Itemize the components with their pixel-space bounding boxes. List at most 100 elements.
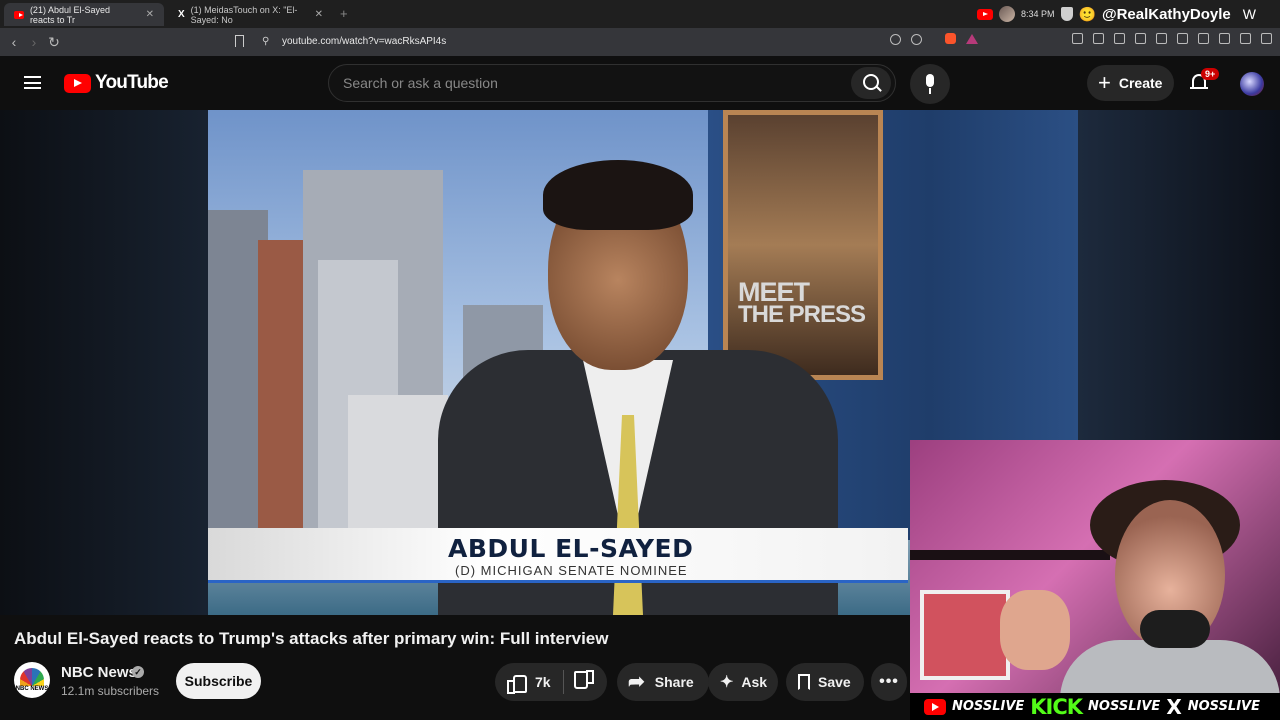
share-button[interactable]: ➦ Share (617, 663, 709, 701)
youtube-icon (976, 8, 993, 20)
wallet-icon[interactable] (1177, 33, 1188, 44)
tab-title: (21) Abdul El-Sayed reacts to Tr (29, 4, 110, 25)
lower-third-subtitle: (D) MICHIGAN SENATE NOMINEE (455, 563, 688, 578)
video-ambient-left (0, 110, 208, 615)
download-icon[interactable] (1198, 33, 1209, 44)
building (348, 395, 448, 530)
logo-line-2: THE PRESS (738, 301, 866, 329)
bookmark-icon (798, 674, 810, 690)
address-bar[interactable]: youtube.com/watch?v=wacRksAPI4s (282, 36, 446, 47)
puzzle-icon[interactable] (1114, 33, 1125, 44)
verified-badge-icon: ✓ (132, 666, 144, 678)
thumbs-up-icon (507, 673, 527, 694)
shelf (910, 550, 1110, 560)
brand-handle: NOSSLIVE (952, 699, 1025, 714)
x-icon: X (1166, 694, 1182, 719)
back-icon[interactable]: ‹ (4, 34, 24, 50)
search-input[interactable] (343, 73, 823, 93)
share-label: Share (654, 674, 694, 690)
nbc-peacock-icon (20, 668, 44, 686)
search-button[interactable] (851, 67, 891, 99)
meet-the-press-logo: MEET THE PRESS (738, 279, 866, 329)
zoom-icon[interactable] (890, 34, 901, 45)
brave-shield-icon[interactable] (945, 33, 956, 44)
plus-icon: + (1098, 70, 1111, 95)
tab-youtube[interactable]: (21) Abdul El-Sayed reacts to Tr ✕ (4, 3, 164, 26)
wall-frame (920, 590, 1010, 680)
sidebar-icon[interactable] (1156, 33, 1167, 44)
voice-search-button[interactable] (910, 64, 950, 104)
like-button[interactable]: 7k (495, 663, 563, 701)
microphone (1140, 610, 1210, 648)
youtube-logo[interactable]: YouTube (64, 72, 169, 94)
bookmark-icon[interactable] (235, 35, 244, 47)
video-ambient-right (1078, 110, 1280, 450)
lower-third-banner: ABDUL EL-SAYED (D) MICHIGAN SENATE NOMIN… (208, 528, 908, 583)
emoji-icon: 🙂 (1078, 5, 1096, 22)
video-title: Abdul El-Sayed reacts to Trump's attacks… (14, 629, 609, 648)
share-icon: ➦ (628, 671, 645, 693)
youtube-icon (14, 10, 24, 19)
hamburger-menu-icon[interactable] (24, 76, 41, 89)
cast-icon[interactable] (911, 34, 922, 45)
logo-text: YouTube (95, 72, 169, 93)
rewards-icon[interactable] (966, 33, 978, 44)
ask-button[interactable]: ✦ Ask (708, 663, 778, 701)
tab-x[interactable]: X (1) MeidasTouch on X: "El-Sayed: No ✕ (168, 3, 333, 26)
save-button[interactable]: Save (786, 663, 864, 701)
more-actions-button[interactable]: ••• (871, 663, 907, 701)
close-icon[interactable]: ✕ (315, 9, 323, 20)
interviewee-hair (543, 160, 693, 230)
overlay-handle: @RealKathyDoyle (1101, 5, 1231, 23)
user-avatar[interactable] (1240, 72, 1264, 96)
streamer-hand (1000, 590, 1070, 670)
sparkle-icon: ✦ (720, 674, 734, 691)
notification-badge: 9+ (1201, 68, 1220, 80)
browser-tab-strip: (21) Abdul El-Sayed reacts to Tr ✕ X (1)… (0, 0, 1280, 28)
youtube-icon (924, 698, 946, 715)
channel-avatar-label: NBC NEWS (15, 686, 49, 692)
music-icon[interactable] (1135, 33, 1146, 44)
x-icon: X (178, 9, 185, 20)
subscriber-count: 12.1m subscribers (61, 684, 160, 698)
brave-icons (945, 33, 978, 44)
forward-icon[interactable]: › (24, 34, 44, 50)
menu-icon[interactable] (1261, 33, 1272, 44)
channel-name[interactable]: NBC News (61, 664, 137, 681)
site-info-icon[interactable]: ⚲ (262, 36, 269, 47)
brand-handle: NOSSLIVE (1187, 699, 1260, 714)
extension-icons (1072, 33, 1272, 44)
like-count: 7k (535, 674, 551, 690)
shield-icon[interactable] (1219, 33, 1230, 44)
save-label: Save (818, 674, 851, 690)
divider (562, 670, 564, 694)
youtube-play-icon (64, 73, 91, 93)
studio-panel (723, 110, 883, 380)
streamer-shirt (1060, 640, 1280, 695)
building (258, 240, 303, 530)
tab-title: (1) MeidasTouch on X: "El-Sayed: No (190, 4, 298, 25)
profile-icon[interactable] (1240, 33, 1251, 44)
search-box (328, 64, 896, 102)
extension-icon[interactable] (1093, 33, 1104, 44)
url-actions (890, 34, 922, 45)
new-tab-button[interactable]: + (340, 6, 348, 21)
youtube-header: YouTube + Create 9+ (0, 56, 1280, 110)
avatar (998, 6, 1015, 22)
overlay-letter: W (1242, 6, 1256, 22)
channel-avatar[interactable]: NBC NEWS (14, 662, 50, 698)
extension-icon[interactable] (1072, 33, 1083, 44)
like-dislike-group: 7k (495, 663, 607, 701)
close-icon[interactable]: ✕ (146, 9, 154, 20)
create-label: Create (1118, 75, 1163, 91)
ask-label: Ask (741, 674, 768, 690)
create-button[interactable]: + Create (1087, 65, 1174, 101)
kick-logo: KICK (1030, 694, 1083, 719)
dislike-button[interactable] (576, 673, 594, 691)
shield-icon (1060, 7, 1073, 21)
browser-toolbar: ‹ › ↻ ⚲ youtube.com/watch?v=wacRksAPI4s (0, 28, 1280, 56)
subscribe-button[interactable]: Subscribe (176, 663, 261, 699)
lower-third-name: ABDUL EL-SAYED (448, 534, 694, 563)
clock: 8:34 PM (1020, 9, 1055, 19)
reload-icon[interactable]: ↻ (44, 34, 64, 51)
